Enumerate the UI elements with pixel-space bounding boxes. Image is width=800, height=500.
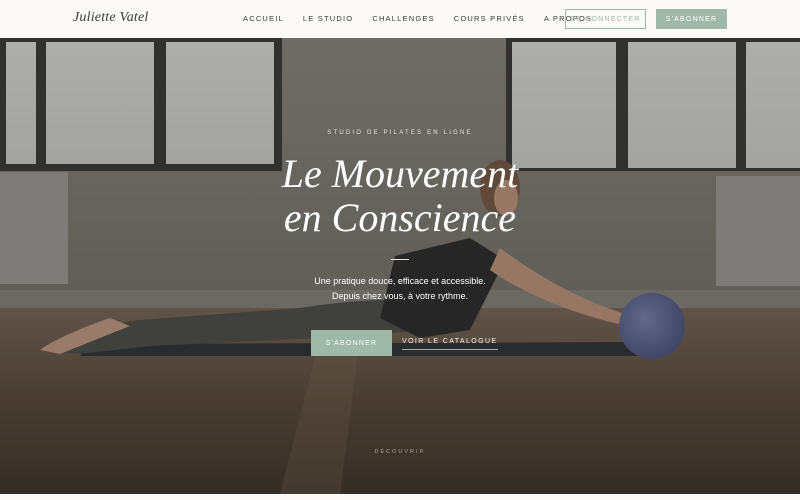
hero-title: Le Mouvement en Conscience (0, 152, 800, 240)
site-header: Juliette Vatel ACCUEIL LE STUDIO CHALLEN… (0, 0, 800, 38)
catalogue-link[interactable]: VOIR LE CATALOGUE (402, 338, 498, 350)
main-nav: ACCUEIL LE STUDIO CHALLENGES COURS PRIVÉ… (243, 14, 611, 23)
header-subscribe-button[interactable]: S'ABONNER (656, 9, 727, 29)
hero-divider (391, 259, 409, 260)
hero-subscribe-button[interactable]: S'ABONNER (311, 330, 392, 356)
nav-item-cours-prives[interactable]: COURS PRIVÉS (454, 14, 525, 23)
nav-item-le-studio[interactable]: LE STUDIO (303, 14, 353, 23)
scroll-hint[interactable]: DÉCOUVRIR (0, 449, 800, 455)
hero-title-line-2: en Conscience (283, 195, 517, 240)
nav-item-accueil[interactable]: ACCUEIL (243, 14, 284, 23)
hero-section: STUDIO DE PILATES EN LIGNE Le Mouvement … (0, 38, 800, 494)
hero-tagline: Une pratique douce, efficace et accessib… (0, 274, 800, 304)
brand-logo[interactable]: Juliette Vatel (73, 10, 149, 26)
hero-tagline-line-1: Une pratique douce, efficace et accessib… (314, 276, 486, 286)
login-button[interactable]: SE CONNECTER (565, 9, 646, 29)
hero-title-line-1: Le Mouvement (281, 151, 519, 196)
hero-overlay (0, 38, 800, 494)
hero-eyebrow: STUDIO DE PILATES EN LIGNE (327, 130, 473, 136)
nav-item-challenges[interactable]: CHALLENGES (372, 14, 434, 23)
hero-tagline-line-2: Depuis chez vous, à votre rythme. (331, 291, 469, 301)
